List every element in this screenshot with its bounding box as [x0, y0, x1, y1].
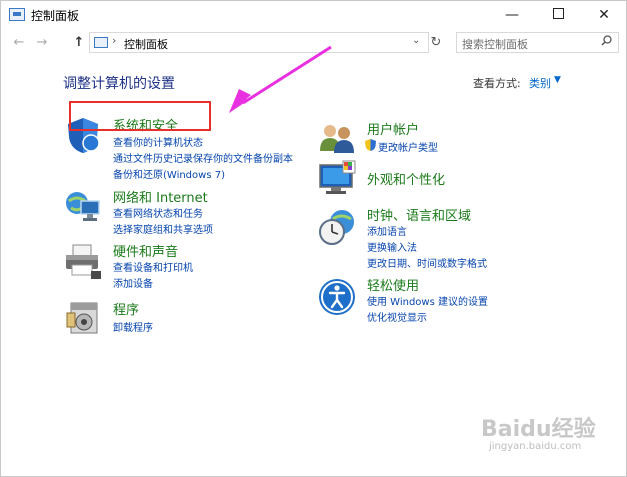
programs-icon[interactable]: [63, 297, 103, 337]
control-panel-icon: [9, 8, 25, 21]
category-ease-of-access[interactable]: 轻松使用: [367, 275, 419, 294]
window-title: 控制面板: [31, 9, 80, 23]
highlight-box: [69, 101, 211, 131]
link-network-status[interactable]: 查看网络状态和任务: [113, 205, 203, 220]
up-button[interactable]: ↑: [69, 33, 89, 53]
search-icon[interactable]: [601, 35, 612, 49]
category-programs[interactable]: 程序: [113, 299, 139, 318]
page-heading: 调整计算机的设置: [63, 76, 175, 92]
link-optimize-visual-display[interactable]: 优化视觉显示: [367, 309, 427, 324]
display-icon[interactable]: [317, 159, 357, 199]
search-input[interactable]: 搜索控制面板: [456, 32, 619, 53]
users-icon[interactable]: [317, 119, 357, 159]
view-by-label: 查看方式:: [473, 77, 521, 90]
minimize-button[interactable]: —: [489, 1, 535, 29]
link-devices-printers[interactable]: 查看设备和打印机: [113, 259, 193, 274]
link-windows-recommended-settings[interactable]: 使用 Windows 建议的设置: [367, 293, 488, 308]
watermark-text: Baidu经验: [481, 417, 596, 442]
link-change-date-time-format[interactable]: 更改日期、时间或数字格式: [367, 255, 487, 270]
link-view-computer-status[interactable]: 查看你的计算机状态: [113, 134, 203, 149]
breadcrumb-separator: ›: [112, 34, 117, 47]
back-button[interactable]: ←: [9, 33, 29, 53]
chevron-down-icon[interactable]: ▼: [554, 75, 561, 85]
maximize-button[interactable]: [535, 1, 581, 29]
link-backup-restore[interactable]: 备份和还原(Windows 7): [113, 166, 225, 181]
category-user-accounts[interactable]: 用户帐户: [367, 119, 419, 138]
category-appearance-personalization[interactable]: 外观和个性化: [367, 169, 445, 188]
search-placeholder: 搜索控制面板: [462, 38, 528, 51]
link-change-input-method[interactable]: 更换输入法: [367, 239, 417, 254]
watermark-sub: jingyan.baidu.com: [489, 441, 582, 452]
title-bar: 控制面板 — ✕: [1, 1, 626, 29]
forward-button[interactable]: →: [32, 33, 52, 53]
link-add-language[interactable]: 添加语言: [367, 223, 407, 238]
network-globe-icon[interactable]: [63, 187, 103, 227]
link-add-device[interactable]: 添加设备: [113, 275, 153, 290]
category-clock-language-region[interactable]: 时钟、语言和区域: [367, 205, 471, 224]
accessibility-icon[interactable]: [317, 277, 357, 317]
link-uninstall-program[interactable]: 卸载程序: [113, 319, 153, 334]
uac-shield-icon: [365, 139, 376, 154]
refresh-button[interactable]: ↻: [426, 32, 446, 53]
link-homegroup-sharing[interactable]: 选择家庭组和共享选项: [113, 221, 213, 236]
category-network-internet[interactable]: 网络和 Internet: [113, 187, 208, 206]
view-by-dropdown[interactable]: 类别: [529, 75, 551, 91]
link-file-history-backup[interactable]: 通过文件历史记录保存你的文件备份副本: [113, 150, 293, 165]
clock-globe-icon[interactable]: [317, 207, 357, 247]
address-dropdown-icon[interactable]: ⌄: [412, 35, 420, 46]
maximize-icon: [552, 8, 564, 19]
control-panel-window: 控制面板 — ✕ ← → ↑ › 控制面板 ⌄ ↻ 搜索控制面板 调整计算机的设…: [0, 0, 627, 477]
breadcrumb-control-panel[interactable]: 控制面板: [124, 36, 168, 52]
annotation-arrow: [229, 45, 332, 113]
link-change-account-type[interactable]: 更改帐户类型: [378, 139, 438, 154]
control-panel-icon: [94, 37, 108, 48]
printer-icon[interactable]: [63, 241, 103, 281]
category-hardware-sound[interactable]: 硬件和声音: [113, 241, 178, 260]
close-button[interactable]: ✕: [581, 1, 627, 29]
